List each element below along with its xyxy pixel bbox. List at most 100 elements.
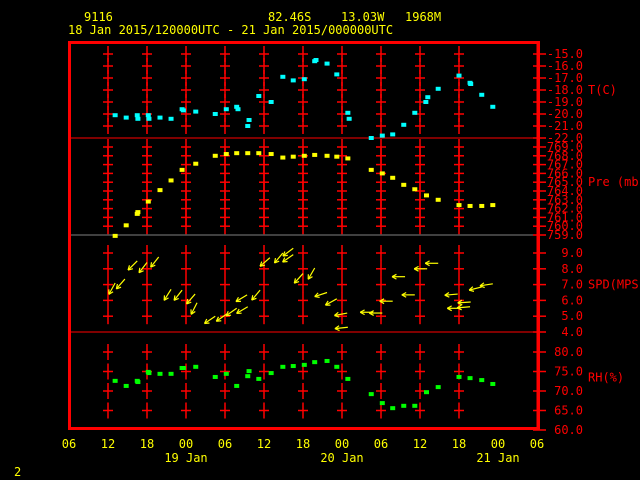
- x-tick-label: 18: [140, 437, 154, 451]
- station-latitude: 82.46S: [268, 10, 311, 24]
- pressure-point: [157, 188, 163, 193]
- right-axis-tick-label-wind_speed: 8.0: [561, 262, 583, 276]
- right-axis-tick-label-pressure: 759.0: [547, 228, 583, 242]
- relative_humidity-point: [157, 371, 163, 376]
- time-range: 18 Jan 2015/120000UTC - 21 Jan 2015/0000…: [68, 23, 393, 37]
- station-longitude: 13.03W: [341, 10, 385, 24]
- axis-label-relative_humidity: RH(%): [588, 370, 624, 384]
- x-tick-label: 00: [179, 437, 193, 451]
- temperature-point: [145, 113, 151, 118]
- relative_humidity-point: [390, 406, 396, 411]
- relative_humidity-point: [246, 369, 252, 374]
- x-date-label: 19 Jan: [164, 451, 207, 465]
- temperature-point: [246, 118, 252, 122]
- wind-arrow: [163, 289, 172, 301]
- x-tick-label: 06: [218, 437, 232, 451]
- relative_humidity-point: [193, 364, 199, 369]
- temperature-point: [435, 86, 441, 91]
- relative_humidity-point: [456, 374, 462, 379]
- wind-arrow-head: [138, 267, 141, 273]
- temperature-point: [490, 104, 496, 109]
- pressure-point: [301, 153, 307, 158]
- temperature-point: [193, 109, 199, 114]
- pressure-point: [193, 161, 199, 166]
- x-tick-label: 12: [257, 437, 271, 451]
- temperature-point: [180, 108, 186, 113]
- wind-arrow: [190, 302, 198, 315]
- wind-arrow: [236, 306, 249, 315]
- pressure-point: [212, 153, 218, 158]
- pressure-point: [179, 167, 185, 172]
- wind-arrow: [307, 267, 316, 280]
- axis-label-wind_speed: SPD(MPS): [588, 278, 640, 292]
- pressure-point: [145, 199, 151, 204]
- temperature-point: [425, 95, 431, 100]
- wind-arrow: [251, 289, 261, 301]
- relative_humidity-point: [379, 401, 385, 406]
- pressure-point: [324, 153, 330, 158]
- wind-arrow-head: [173, 295, 176, 301]
- pressure-point: [345, 156, 351, 161]
- wind-arrow: [293, 273, 304, 284]
- relative_humidity-point: [324, 358, 330, 363]
- relative_humidity-point: [112, 378, 118, 383]
- x-tick-label: 18: [452, 437, 466, 451]
- relative_humidity-point: [212, 374, 218, 379]
- temperature-point: [168, 116, 174, 121]
- wind-arrow: [150, 256, 160, 268]
- relative_humidity-point: [301, 362, 307, 367]
- wind-arrow: [259, 257, 271, 267]
- relative_humidity-point: [223, 371, 229, 376]
- x-tick-label: 00: [335, 437, 349, 451]
- relative_humidity-point: [479, 378, 485, 383]
- relative_humidity-point: [123, 383, 129, 388]
- relative_humidity-point: [135, 380, 141, 385]
- pressure-point: [290, 154, 296, 159]
- right-axis-tick-label-wind_speed: 6.0: [561, 293, 583, 307]
- relative_humidity-point: [180, 365, 186, 370]
- temperature-point: [423, 100, 429, 104]
- relative_humidity-point: [401, 403, 407, 408]
- chart-header: 9116 82.46S 13.03W 1968M 18 Jan 2015/120…: [68, 10, 441, 37]
- pressure-point: [435, 197, 441, 202]
- wind-arrow: [138, 262, 148, 274]
- wind-arrow: [314, 291, 328, 299]
- right-axis-tick-label-wind_speed: 9.0: [561, 246, 583, 260]
- x-tick-label: 12: [101, 437, 115, 451]
- temperature-point: [301, 77, 307, 82]
- wind-arrow: [185, 293, 196, 305]
- temperature-point: [324, 61, 330, 66]
- x-tick-label: 06: [530, 437, 544, 451]
- pressure-point: [334, 154, 340, 159]
- right-axis-tick-label-relative_humidity: 60.0: [554, 423, 583, 437]
- temperature-point: [123, 115, 129, 120]
- right-axis-tick-label-wind_speed: 4.0: [561, 325, 583, 339]
- relative_humidity-point: [412, 403, 418, 408]
- relative_humidity-point: [467, 376, 473, 381]
- temperature-point: [280, 74, 286, 79]
- pressure-point: [456, 203, 462, 208]
- temperature-point: [112, 113, 118, 118]
- temperature-point: [390, 132, 396, 137]
- temperature-point: [135, 116, 141, 121]
- wind-arrow: [127, 260, 138, 271]
- station-id: 9116: [84, 10, 113, 24]
- pressure-point: [424, 193, 429, 198]
- pressure-point: [390, 175, 396, 180]
- temperature-point: [290, 78, 296, 83]
- meteogram-chart: 9116 82.46S 13.03W 1968M 18 Jan 2015/120…: [14, 10, 640, 479]
- temperature-point: [212, 112, 218, 116]
- wind-arrow: [203, 315, 216, 325]
- pressure-point: [135, 210, 141, 215]
- temperature-point: [334, 72, 340, 77]
- panel-dividers: [70, 137, 538, 333]
- temperature-point: [345, 110, 351, 115]
- temperature-point: [368, 136, 374, 140]
- relative_humidity-point: [290, 364, 296, 369]
- pressure-point: [368, 167, 374, 172]
- wind-arrow: [401, 291, 415, 298]
- wind-arrow: [391, 273, 406, 280]
- page-number: 2: [14, 465, 21, 479]
- station-elevation: 1968M: [405, 10, 441, 24]
- x-tick-label: 06: [374, 437, 388, 451]
